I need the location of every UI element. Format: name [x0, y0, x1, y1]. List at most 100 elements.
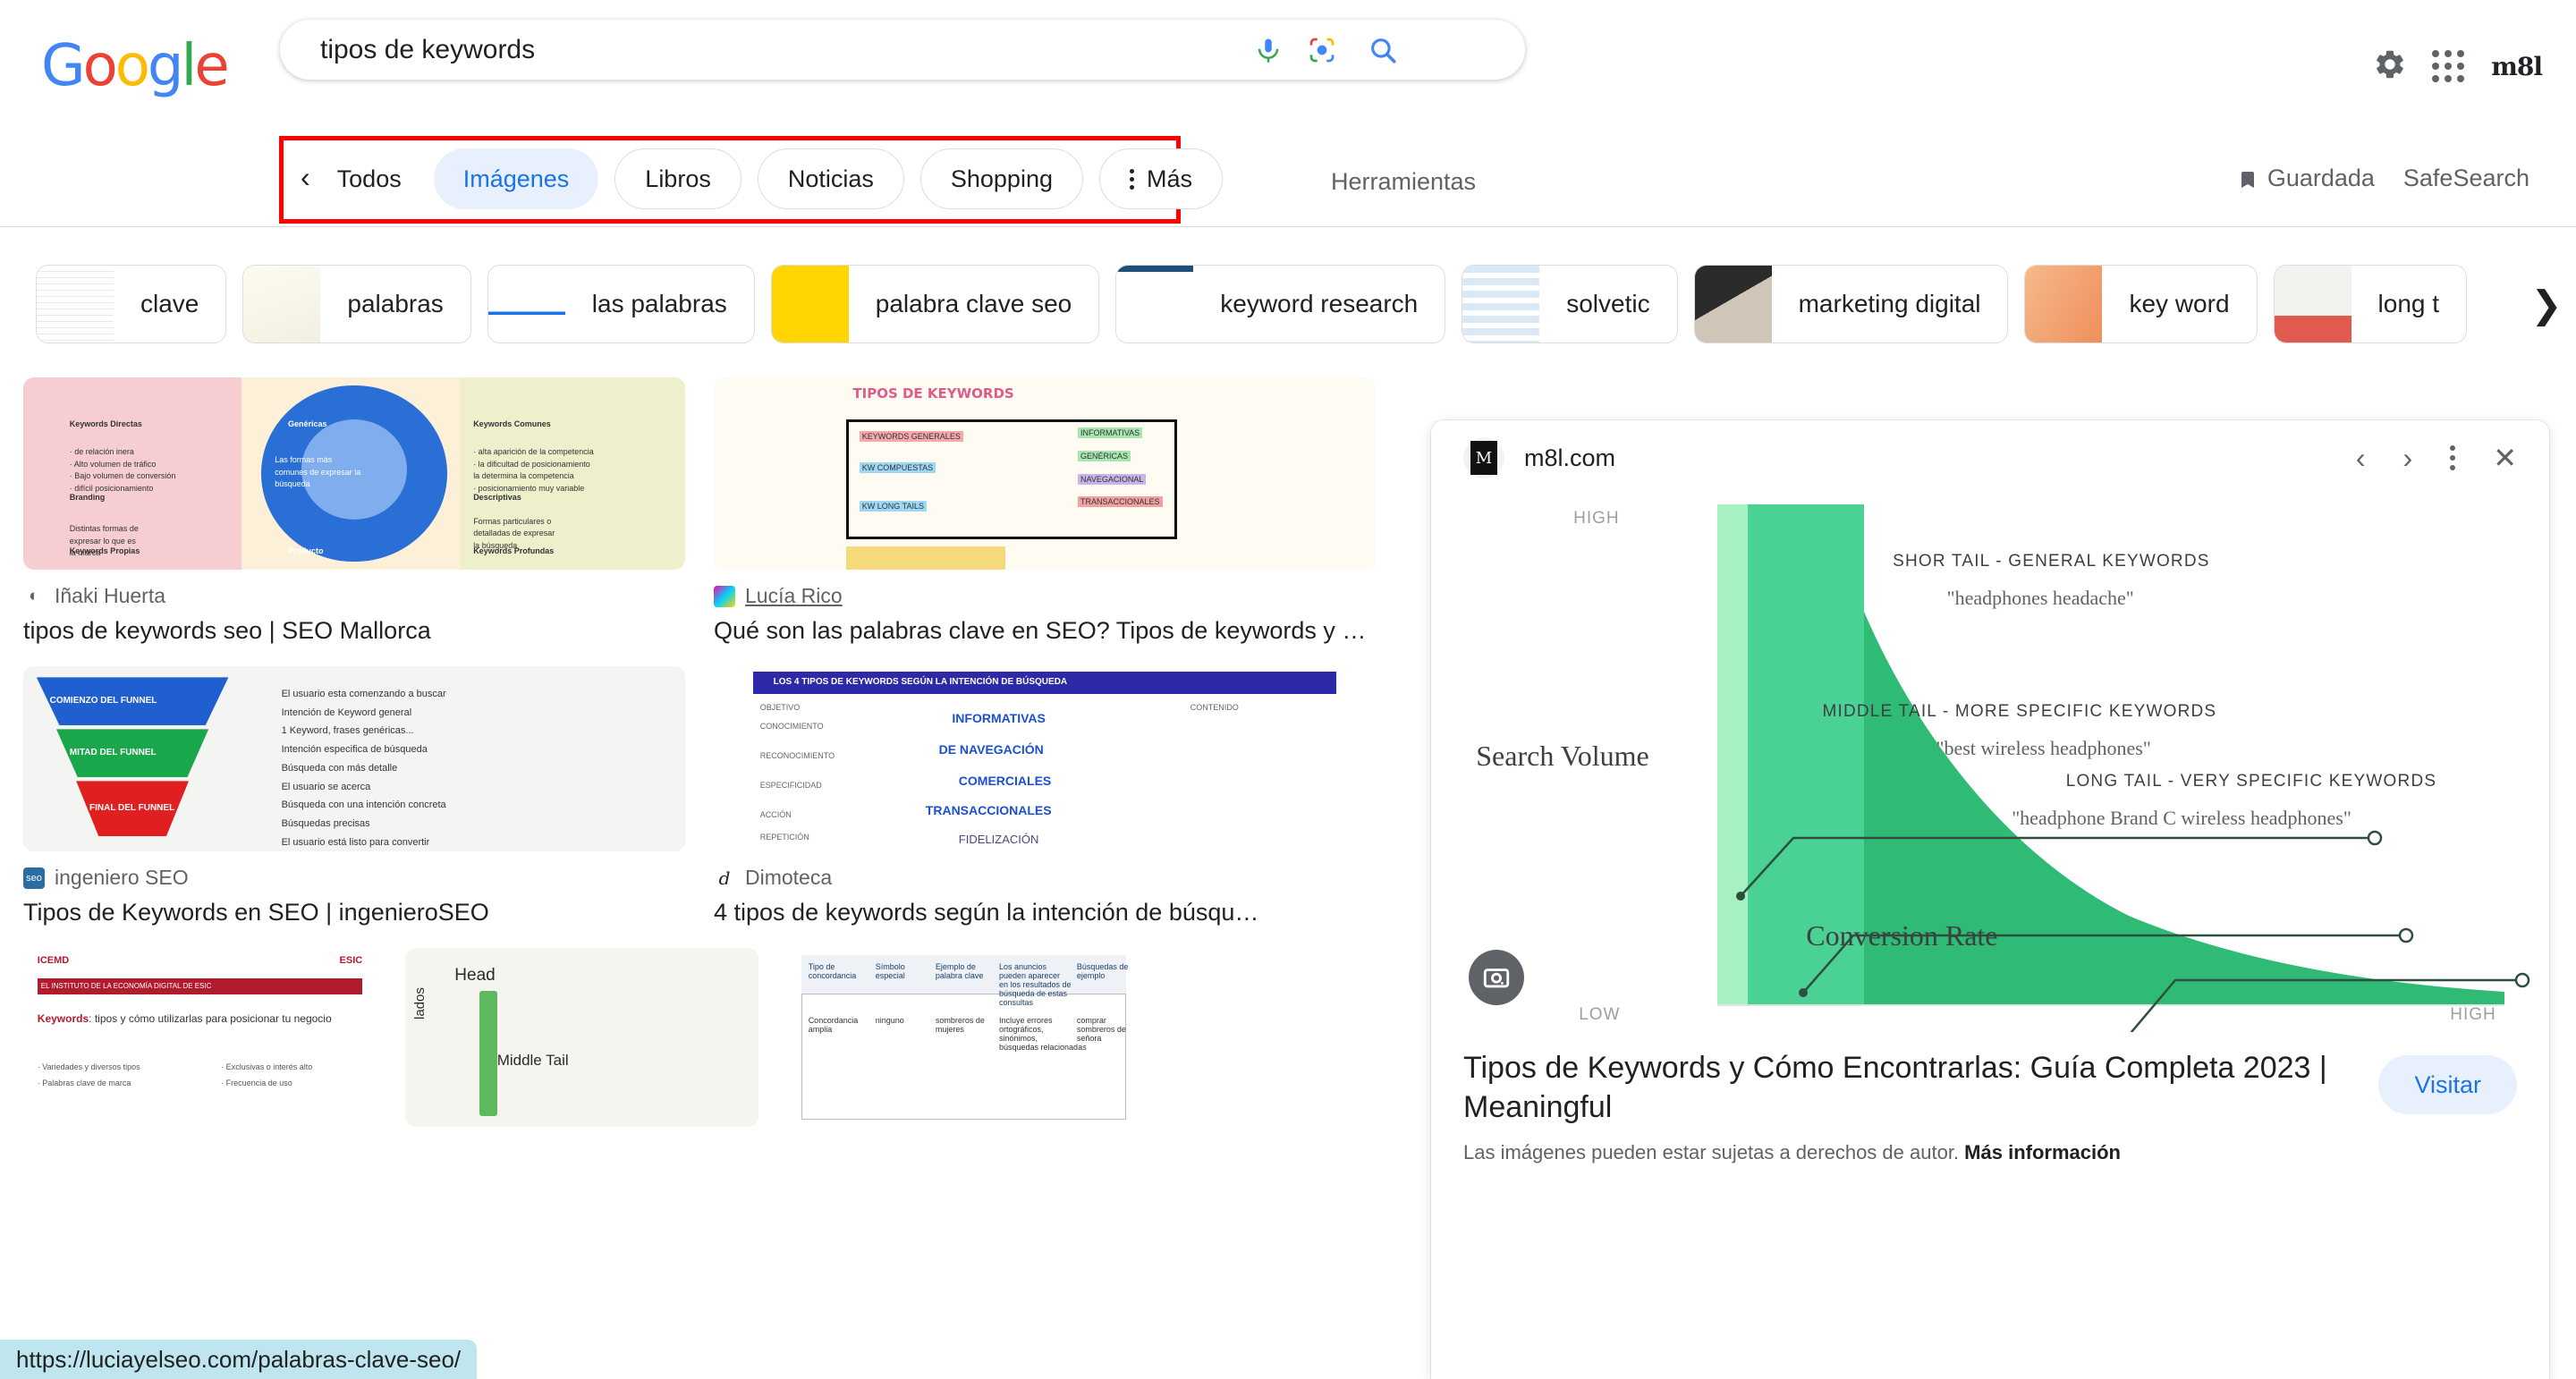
chip-key-word[interactable]: key word [2024, 265, 2258, 343]
image-result-card[interactable]: Tipo de concordancia Símbolo especial Ejem… [787, 948, 1140, 1127]
site-favicon: M [1463, 437, 1504, 478]
chip-keyword-research[interactable]: keyword research [1115, 265, 1446, 343]
chip-solvetic[interactable]: solvetic [1462, 265, 1678, 343]
google-images-results-page: Google tipos de keywords m8l ‹ Todos Imá… [0, 0, 2576, 1379]
image-result-card[interactable]: ICEMD ESIC EL INSTITUTO DE LA ECONOMÍA D… [23, 948, 377, 1127]
visit-button[interactable]: Visitar [2378, 1055, 2517, 1114]
logo-letter-g1: G [41, 33, 86, 99]
search-box[interactable] [280, 20, 1525, 80]
tab-mas[interactable]: Más [1098, 148, 1223, 209]
preview-title[interactable]: Tipos de Keywords y Cómo Encontrarlas: G… [1463, 1048, 2358, 1127]
more-options-icon[interactable] [2450, 445, 2456, 470]
chip-thumbnail [1116, 266, 1194, 343]
chip-thumbnail [2274, 266, 2351, 343]
chip-thumbnail [1462, 266, 1540, 343]
annotation-end-dots [2367, 830, 2530, 988]
result-thumbnail[interactable]: Tipo de concordancia Símbolo especial Ejem… [787, 948, 1140, 1127]
avatar[interactable]: m8l [2491, 52, 2543, 81]
chip-las-palabras[interactable]: las palabras [487, 265, 755, 343]
result-thumbnail[interactable]: COMIENZO DEL FUNNEL MITAD DEL FUNNEL FIN… [23, 666, 685, 851]
results-row: COMIENZO DEL FUNNEL MITAD DEL FUNNEL FIN… [0, 666, 1404, 926]
copyright-note: Las imágenes pueden estar sujetas a dere… [1431, 1127, 2549, 1164]
header-divider [0, 226, 2576, 227]
chip-long-tail[interactable]: long t [2273, 265, 2468, 343]
preview-actions: ‹ › ✕ [2356, 444, 2517, 472]
gear-icon[interactable] [2373, 47, 2407, 86]
tab-imagenes[interactable]: Imágenes [433, 148, 599, 209]
image-result-card[interactable]: LOS 4 TIPOS DE KEYWORDS SEGÚN LA INTENCI… [714, 666, 1376, 926]
close-icon[interactable]: ✕ [2493, 444, 2517, 472]
search-volume-vs-conversion-rate-chart [1717, 504, 2530, 1032]
related-searches-chips: clave palabras las palabras palabra clav… [0, 256, 2576, 352]
nav-tabs-row: ‹ Todos Imágenes Libros Noticias Shoppin… [0, 132, 2576, 227]
results-row: Keywords Directas · de relación inera · A… [0, 377, 1404, 645]
thumbnail-art-intent-table: LOS 4 TIPOS DE KEYWORDS SEGÚN LA INTENCI… [714, 666, 1376, 851]
google-logo[interactable]: Google [41, 38, 230, 95]
search-icon[interactable] [1356, 23, 1410, 77]
result-title[interactable]: Qué son las palabras clave en SEO? Tipos… [714, 617, 1376, 645]
chip-palabra-clave-seo[interactable]: palabra clave seo [770, 265, 1100, 343]
tab-libros[interactable]: Libros [614, 148, 741, 209]
image-result-card[interactable]: TIPOS DE KEYWORDS KEYWORDS GENERALES KW … [714, 377, 1376, 645]
result-title[interactable]: 4 tipos de keywords según la intención d… [714, 899, 1376, 926]
result-source[interactable]: ingeniero SEO [55, 866, 189, 890]
chip-clave[interactable]: clave [36, 265, 227, 343]
favicon: ◐ [23, 585, 45, 607]
mic-icon[interactable] [1241, 23, 1295, 77]
page-header: Google tipos de keywords m8l [0, 0, 2576, 132]
preview-domain[interactable]: m8l.com [1524, 444, 1615, 472]
result-thumbnail[interactable]: ICEMD ESIC EL INSTITUTO DE LA ECONOMÍA D… [23, 948, 377, 1127]
chip-label: las palabras [591, 290, 727, 317]
result-thumbnail[interactable]: LOS 4 TIPOS DE KEYWORDS SEGÚN LA INTENCI… [714, 666, 1376, 851]
google-apps-icon[interactable] [2432, 50, 2465, 82]
safesearch-button[interactable]: SafeSearch [2403, 165, 2529, 192]
favicon [714, 585, 735, 607]
image-result-card[interactable]: Keywords Directas · de relación inera · A… [23, 377, 685, 645]
favicon: seo [23, 867, 45, 889]
result-thumbnail[interactable]: Head Middle Tail lados [405, 948, 758, 1127]
search-input[interactable] [320, 30, 1241, 70]
bookmark-icon [2237, 166, 2257, 191]
chip-label: key word [2129, 290, 2230, 317]
preview-image[interactable]: HIGH LOW HIGH Search Volume Conversion R… [1449, 495, 2531, 1032]
thumbnail-art-venn-diagram: Keywords Directas · de relación inera · A… [23, 377, 685, 570]
tab-todos[interactable]: Todos [331, 148, 418, 209]
logo-letter-g2: g [147, 33, 184, 99]
chip-label: long t [2377, 290, 2440, 317]
result-title[interactable]: tipos de keywords seo | SEO Mallorca [23, 617, 685, 645]
tools-button[interactable]: Herramientas [1331, 168, 1476, 196]
chip-thumbnail [37, 266, 114, 343]
google-lens-icon[interactable] [1295, 23, 1349, 77]
chip-palabras[interactable]: palabras [242, 265, 471, 343]
preview-panel-header: M m8l.com ‹ › ✕ [1431, 420, 2549, 495]
favicon: d [714, 867, 735, 889]
back-chevron-icon[interactable]: ‹ [295, 163, 316, 195]
image-result-card[interactable]: COMIENZO DEL FUNNEL MITAD DEL FUNNEL FIN… [23, 666, 685, 926]
prev-image-icon[interactable]: ‹ [2356, 444, 2366, 472]
result-thumbnail[interactable]: Keywords Directas · de relación inera · A… [23, 377, 685, 570]
thumbnail-art-handwritten-mindmap: TIPOS DE KEYWORDS KEYWORDS GENERALES KW … [714, 377, 1376, 570]
result-source[interactable]: Dimoteca [745, 866, 832, 890]
google-lens-icon[interactable] [1469, 950, 1524, 1005]
chip-label: palabra clave seo [875, 290, 1072, 317]
tab-mas-label: Más [1146, 165, 1192, 192]
logo-letter-o2: o [114, 33, 150, 99]
chip-marketing-digital[interactable]: marketing digital [1693, 265, 2009, 343]
more-info-link[interactable]: Más información [1964, 1141, 2121, 1163]
result-source-row: Lucía Rico [714, 584, 1376, 608]
chip-thumbnail [2025, 266, 2103, 343]
chip-label: palabras [347, 290, 444, 317]
result-source[interactable]: Iñaki Huerta [55, 584, 165, 608]
chips-next-arrow-icon[interactable]: ❯ [2517, 256, 2576, 352]
result-source-row: seo ingeniero SEO [23, 866, 685, 890]
result-thumbnail[interactable]: TIPOS DE KEYWORDS KEYWORDS GENERALES KW … [714, 377, 1376, 570]
tab-noticias[interactable]: Noticias [757, 148, 904, 209]
result-source[interactable]: Lucía Rico [745, 584, 843, 608]
image-results-grid: Keywords Directas · de relación inera · A… [0, 377, 1404, 1379]
kebab-icon [1129, 168, 1134, 190]
tab-shopping[interactable]: Shopping [919, 148, 1083, 209]
result-title[interactable]: Tipos de Keywords en SEO | ingenieroSEO [23, 899, 685, 926]
saved-button[interactable]: Guardada [2267, 165, 2375, 192]
next-image-icon[interactable]: › [2403, 444, 2413, 472]
image-result-card[interactable]: Head Middle Tail lados [405, 948, 758, 1127]
